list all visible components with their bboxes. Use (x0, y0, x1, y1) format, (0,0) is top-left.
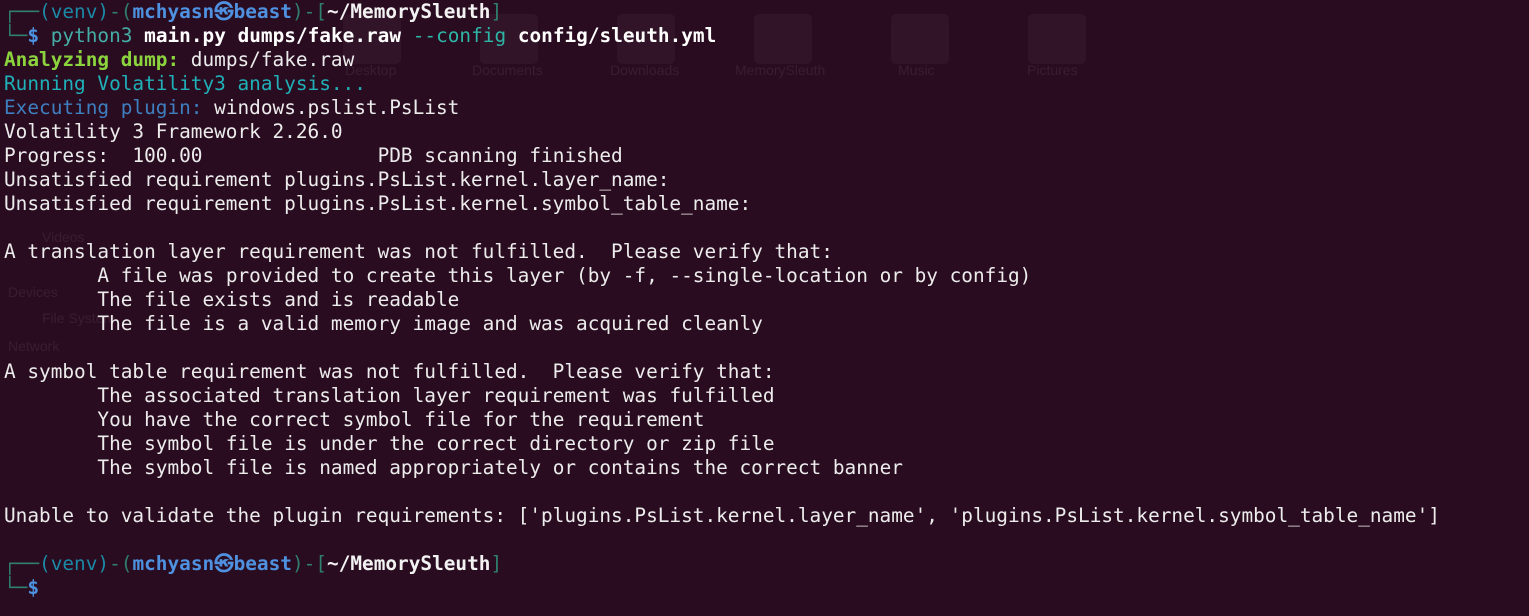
output-line: The symbol file is named appropriately o… (4, 456, 903, 479)
command-arg: config/sleuth.yml (517, 24, 717, 47)
command-line: └─$ python3 main.py dumps/fake.raw --con… (4, 24, 1529, 48)
output-line: Progress: 100.00 PDB scanning finished (4, 144, 623, 167)
prompt-bracket-close: ] (490, 0, 503, 23)
output-line: Unsatisfied requirement plugins.PsList.k… (4, 168, 670, 191)
venv-label: (venv) (39, 552, 110, 575)
prompt-paren-open: ( (120, 552, 133, 575)
prompt-host: beast (233, 552, 292, 575)
prompt-user: mchyasn (132, 552, 215, 575)
output-line: A translation layer requirement was not … (4, 240, 833, 263)
executing-value: windows.pslist.PsList (202, 96, 460, 119)
prompt-bracket-open: [ (315, 0, 328, 23)
input-line[interactable]: └─$ (4, 576, 1529, 600)
command-flag: --config (412, 24, 507, 47)
output-line: The associated translation layer require… (4, 384, 775, 407)
prompt-cwd: ~/MemorySleuth (327, 0, 491, 23)
output-line: The file is a valid memory image and was… (4, 312, 763, 335)
analyzing-value: dumps/fake.raw (179, 48, 355, 71)
output-line: The file exists and is readable (4, 288, 460, 311)
venv-label: (venv) (39, 0, 110, 23)
prompt-corner: ┌── (4, 0, 40, 23)
prompt-at-symbol: ㉿ (214, 0, 234, 23)
prompt-line-top: ┌──(venv)-(mchyasn㉿beast)-[~/MemorySleut… (4, 552, 1529, 576)
output-line: Unsatisfied requirement plugins.PsList.k… (4, 192, 752, 215)
output-line: Unable to validate the plugin requiremen… (4, 504, 1440, 527)
executing-line: Executing plugin: windows.pslist.PsList (4, 96, 1529, 120)
output-line: A file was provided to create this layer… (4, 264, 1032, 287)
prompt-dash: - (303, 0, 316, 23)
prompt-user: mchyasn (132, 0, 215, 23)
prompt-paren-open: ( (120, 0, 133, 23)
prompt-dash: - (109, 0, 121, 23)
analyzing-line: Analyzing dump: dumps/fake.raw (4, 48, 1529, 72)
prompt-corner: └─ (4, 24, 28, 47)
prompt-at-symbol: ㉿ (214, 552, 234, 575)
command-arg: dumps/fake.raw (237, 24, 402, 47)
analyzing-label: Analyzing dump: (4, 48, 180, 71)
output-line: A symbol table requirement was not fulfi… (4, 360, 775, 383)
output-lines: Volatility 3 Framework 2.26.0 Progress: 1… (4, 120, 1529, 552)
executing-label: Executing plugin: (4, 96, 203, 119)
prompt-dash: - (109, 552, 121, 575)
running-line: Running Volatility3 analysis... (4, 72, 366, 95)
prompt-dollar: $ (27, 576, 40, 599)
output-line: Volatility 3 Framework 2.26.0 (4, 120, 343, 143)
output-line: You have the correct symbol file for the… (4, 408, 705, 431)
output-line: The symbol file is under the correct dir… (4, 432, 775, 455)
prompt-bracket-open: [ (315, 552, 328, 575)
prompt-corner: ┌── (4, 552, 40, 575)
command-arg: main.py (144, 24, 226, 47)
terminal-output[interactable]: ┌──(venv)-(mchyasn㉿beast)-[~/MemorySleut… (4, 0, 1529, 600)
prompt-dash: - (303, 552, 316, 575)
prompt-dollar: $ (27, 24, 40, 47)
prompt-paren-close: ) (291, 552, 304, 575)
prompt-paren-close: ) (291, 0, 304, 23)
prompt-line-top: ┌──(venv)-(mchyasn㉿beast)-[~/MemorySleut… (4, 0, 1529, 24)
prompt-host: beast (233, 0, 292, 23)
prompt-corner: └─ (4, 576, 28, 599)
prompt-bracket-close: ] (490, 552, 503, 575)
prompt-cwd: ~/MemorySleuth (327, 552, 491, 575)
command-name: python3 (50, 24, 133, 47)
